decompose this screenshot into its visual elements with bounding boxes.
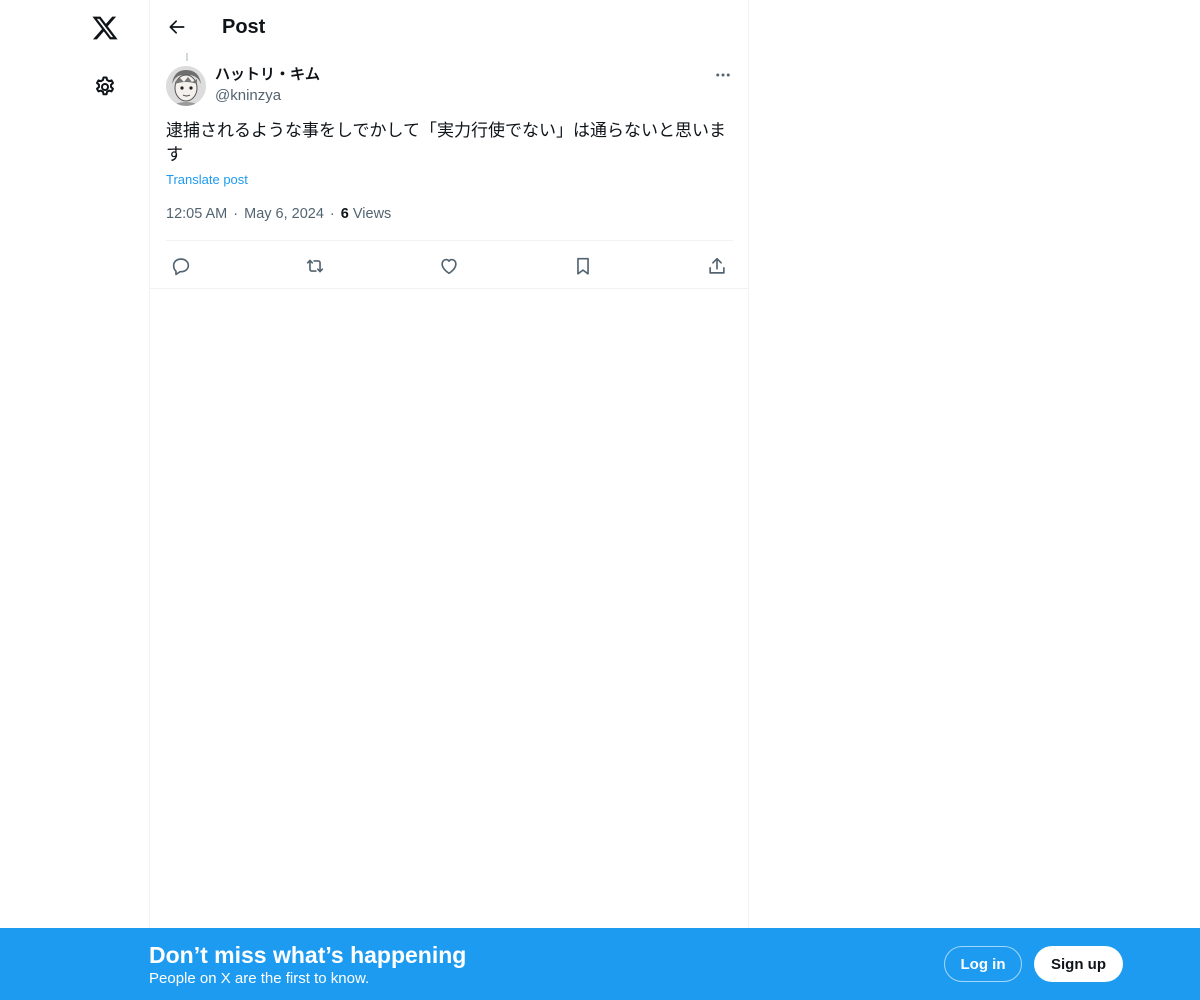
x-logo-link[interactable] (81, 4, 129, 52)
banner-subtitle: People on X are the first to know. (149, 970, 370, 987)
settings-button[interactable] (81, 63, 129, 111)
thread-line (186, 53, 188, 61)
meta-separator: · (233, 206, 239, 222)
more-options-button[interactable] (706, 64, 740, 86)
left-nav (0, 0, 150, 1000)
meta-separator: · (329, 206, 335, 222)
page-header: Post (150, 0, 748, 53)
login-button[interactable]: Log in (944, 946, 1022, 982)
bookmark-icon (577, 257, 589, 275)
views-count: 6 (340, 206, 349, 222)
share-button[interactable] (700, 249, 734, 283)
more-icon (716, 73, 730, 77)
like-button[interactable] (432, 249, 466, 283)
banner-title: Don’t miss what’s happening (149, 942, 467, 968)
author-handle[interactable]: @kninzya (215, 86, 281, 106)
views-label: Views (352, 206, 392, 222)
repost-button[interactable] (298, 249, 332, 283)
translate-post-link[interactable]: Translate post (166, 171, 248, 189)
repost-icon (306, 259, 324, 273)
tweet-divider (150, 288, 748, 289)
tweet-date[interactable]: May 6, 2024 (244, 206, 324, 222)
gear-icon (96, 76, 114, 96)
avatar-illustration (166, 66, 206, 106)
x-logo-icon (92, 16, 118, 40)
tweet-text: 逮捕されるような事をしでかして「実力行使でない」は通らないと思います (166, 121, 726, 164)
share-icon (709, 257, 725, 274)
main-column: Post ハットリ・キム @kninzya 逮捕されるような事をしでかして「実力… (149, 0, 749, 1000)
signup-button[interactable]: Sign up (1034, 946, 1123, 982)
signup-banner: Don’t miss what’s happening People on X … (0, 928, 1200, 1000)
reply-button[interactable] (164, 249, 198, 283)
bookmark-button[interactable] (566, 249, 600, 283)
arrow-left-icon (169, 20, 185, 34)
tweet-actions (166, 242, 734, 288)
heart-icon (441, 258, 457, 275)
actions-divider (166, 240, 733, 241)
avatar[interactable] (166, 66, 206, 106)
back-button[interactable] (160, 10, 194, 44)
reply-icon (172, 258, 190, 276)
author-name[interactable]: ハットリ・キム (215, 65, 320, 85)
tweet-meta: 12:05 AM · May 6, 2024 · 6 Views (166, 204, 391, 224)
tweet-time[interactable]: 12:05 AM (166, 206, 227, 222)
page-title: Post (222, 16, 266, 38)
